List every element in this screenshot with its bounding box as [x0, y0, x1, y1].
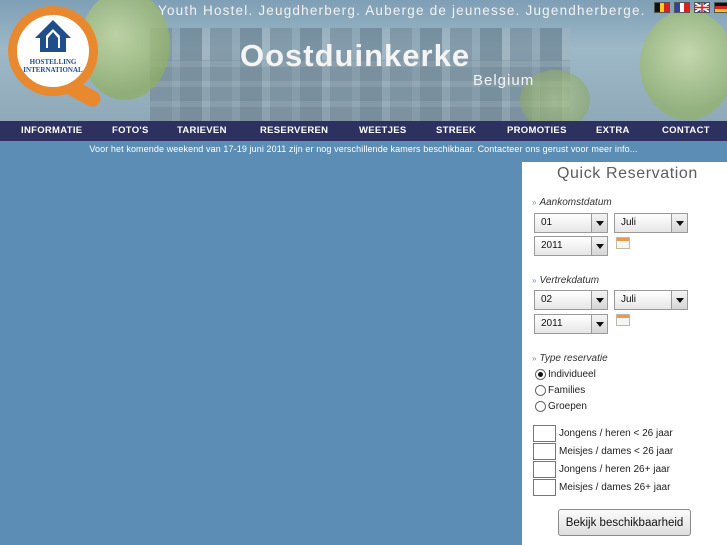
site-title: Oostduinkerke: [240, 38, 471, 73]
nav-weetjes[interactable]: WEETJES: [359, 125, 407, 136]
logo-text: HOSTELLING INTERNATIONAL: [23, 58, 83, 74]
departure-month-select[interactable]: Juli: [614, 290, 688, 310]
reservation-type-label: » Type reservatie: [532, 353, 608, 364]
flag-be-icon[interactable]: [654, 2, 670, 13]
arrival-label-text: Aankomstdatum: [539, 197, 612, 208]
departure-year-value: 2011: [541, 318, 563, 329]
chevron-down-icon: [591, 291, 607, 309]
radio-icon[interactable]: [535, 385, 546, 396]
calendar-icon[interactable]: [616, 237, 630, 249]
arrival-day-value: 01: [541, 217, 553, 228]
arrival-day-select[interactable]: 01: [534, 213, 608, 233]
radio-icon[interactable]: [535, 401, 546, 412]
chevron-down-icon: [671, 291, 687, 309]
guest-count-input[interactable]: [533, 425, 556, 442]
radio-families[interactable]: Families: [535, 385, 585, 396]
quick-reservation-title: Quick Reservation: [557, 165, 698, 182]
header-tagline: Youth Hostel. Jeugdherberg. Auberge de j…: [158, 3, 646, 18]
hostelling-international-logo[interactable]: HOSTELLING INTERNATIONAL: [6, 6, 104, 116]
main-nav: INFORMATIE FOTO'S TARIEVEN RESERVEREN WE…: [0, 121, 727, 141]
departure-month-value: Juli: [621, 294, 637, 305]
flag-fr-icon[interactable]: [674, 2, 690, 13]
quick-reservation-panel: Quick Reservation » Aankomstdatum 01 Juli…: [522, 162, 727, 545]
radio-label: Groepen: [548, 401, 587, 412]
double-chevron-icon: »: [532, 276, 537, 285]
guest-row-label: Meisjes / dames 26+ jaar: [559, 482, 671, 493]
departure-year-select[interactable]: 2011: [534, 314, 608, 334]
departure-label: » Vertrekdatum: [532, 275, 599, 286]
departure-day-select[interactable]: 02: [534, 290, 608, 310]
radio-individueel[interactable]: Individueel: [535, 369, 596, 380]
guest-count-input[interactable]: [533, 479, 556, 496]
double-chevron-icon: »: [532, 354, 537, 363]
radio-label: Families: [548, 385, 586, 396]
reservation-type-label-text: Type reservatie: [539, 353, 608, 364]
calendar-icon[interactable]: [616, 314, 630, 326]
arrival-year-select[interactable]: 2011: [534, 236, 608, 256]
guest-count-input[interactable]: [533, 443, 556, 460]
nav-tarieven[interactable]: TARIEVEN: [177, 125, 227, 136]
radio-label: Individueel: [548, 369, 596, 380]
house-icon: [35, 20, 71, 52]
guest-row-label: Meisjes / dames < 26 jaar: [559, 446, 674, 457]
flag-de-icon[interactable]: [714, 2, 727, 13]
arrival-month-select[interactable]: Juli: [614, 213, 688, 233]
chevron-down-icon: [671, 214, 687, 232]
guest-row-girls-26-plus: Meisjes / dames 26+ jaar: [533, 479, 670, 496]
guest-row-girls-under-26: Meisjes / dames < 26 jaar: [533, 443, 673, 460]
site-subtitle: Belgium: [473, 72, 535, 89]
radio-selected-icon[interactable]: [535, 369, 546, 380]
nav-reserveren[interactable]: RESERVEREN: [260, 125, 328, 136]
guest-row-boys-under-26: Jongens / heren < 26 jaar: [533, 425, 673, 442]
arrival-month-value: Juli: [621, 217, 637, 228]
language-flags: [654, 2, 727, 13]
guest-count-input[interactable]: [533, 461, 556, 478]
nav-promoties[interactable]: PROMOTIES: [507, 125, 567, 136]
chevron-down-icon: [591, 237, 607, 255]
nav-informatie[interactable]: INFORMATIE: [21, 125, 82, 136]
chevron-down-icon: [591, 315, 607, 333]
double-chevron-icon: »: [532, 198, 537, 207]
arrival-year-value: 2011: [541, 240, 563, 251]
departure-label-text: Vertrekdatum: [539, 275, 600, 286]
leaf-decoration: [640, 10, 727, 120]
radio-groepen[interactable]: Groepen: [535, 401, 587, 412]
header-banner: Youth Hostel. Jeugdherberg. Auberge de j…: [0, 0, 727, 121]
arrival-label: » Aankomstdatum: [532, 197, 612, 208]
nav-contact[interactable]: CONTACT: [662, 125, 710, 136]
nav-fotos[interactable]: FOTO'S: [112, 125, 149, 136]
flag-gb-icon[interactable]: [694, 2, 710, 13]
check-availability-button[interactable]: Bekijk beschikbaarheid: [558, 509, 691, 536]
nav-streek[interactable]: STREEK: [436, 125, 476, 136]
weekend-notice: Voor het komende weekend van 17-19 juni …: [89, 144, 638, 154]
guest-row-boys-26-plus: Jongens / heren 26+ jaar: [533, 461, 670, 478]
guest-row-label: Jongens / heren 26+ jaar: [559, 464, 670, 475]
chevron-down-icon: [591, 214, 607, 232]
departure-day-value: 02: [541, 294, 553, 305]
guest-row-label: Jongens / heren < 26 jaar: [559, 428, 673, 439]
nav-extra[interactable]: EXTRA: [596, 125, 630, 136]
